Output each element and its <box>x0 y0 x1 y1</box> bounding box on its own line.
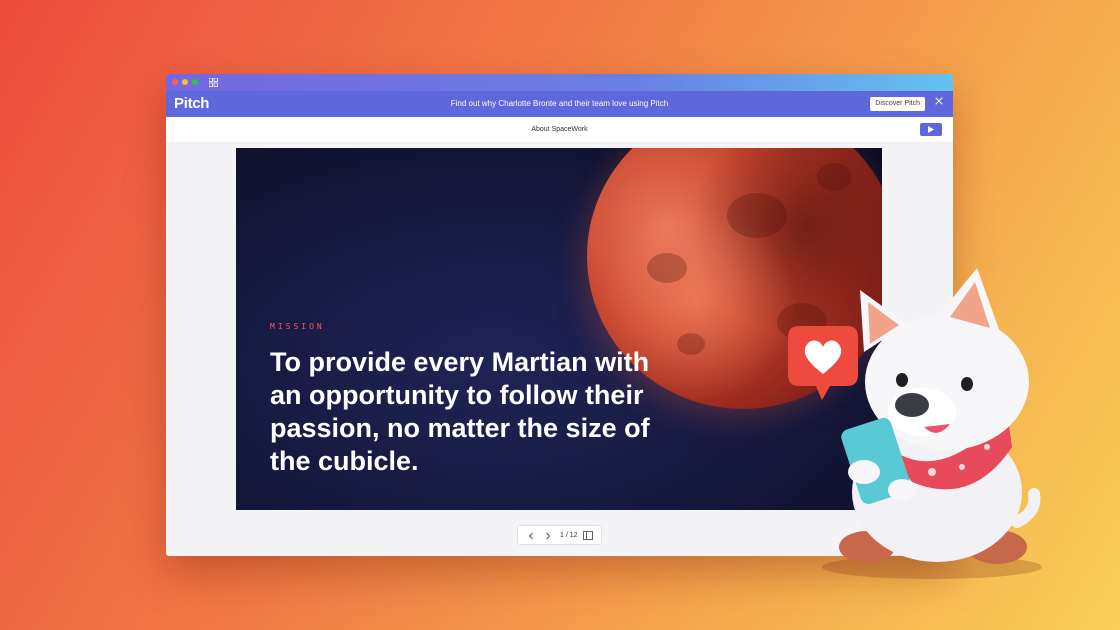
chevron-right-icon[interactable] <box>545 532 551 540</box>
chevron-left-icon[interactable] <box>528 532 534 540</box>
promo-banner: Pitch Find out why Charlotte Bronte and … <box>166 91 953 117</box>
slide-label: MISSION <box>270 322 325 331</box>
dog-mascot-illustration <box>788 268 1042 579</box>
play-button[interactable] <box>920 123 942 136</box>
panel-icon[interactable] <box>583 531 593 540</box>
discover-pitch-button[interactable]: Discover Pitch <box>870 97 925 111</box>
window-titlebar <box>166 74 953 91</box>
grid-icon[interactable] <box>209 78 218 87</box>
page-count: 1 / 12 <box>560 532 578 539</box>
slide-headline: To provide every Martian with an opportu… <box>270 347 650 476</box>
play-icon <box>928 126 934 133</box>
deck-header: About SpaceWork <box>166 117 953 143</box>
deck-title: About SpaceWork <box>531 126 588 133</box>
banner-message: Find out why Charlotte Bronte and their … <box>450 99 669 108</box>
slide-pager: 1 / 12 <box>517 525 602 545</box>
close-icon[interactable] <box>935 97 943 105</box>
close-window-button[interactable] <box>172 79 178 85</box>
window-controls <box>172 79 198 85</box>
maximize-window-button[interactable] <box>192 79 198 85</box>
minimize-window-button[interactable] <box>182 79 188 85</box>
